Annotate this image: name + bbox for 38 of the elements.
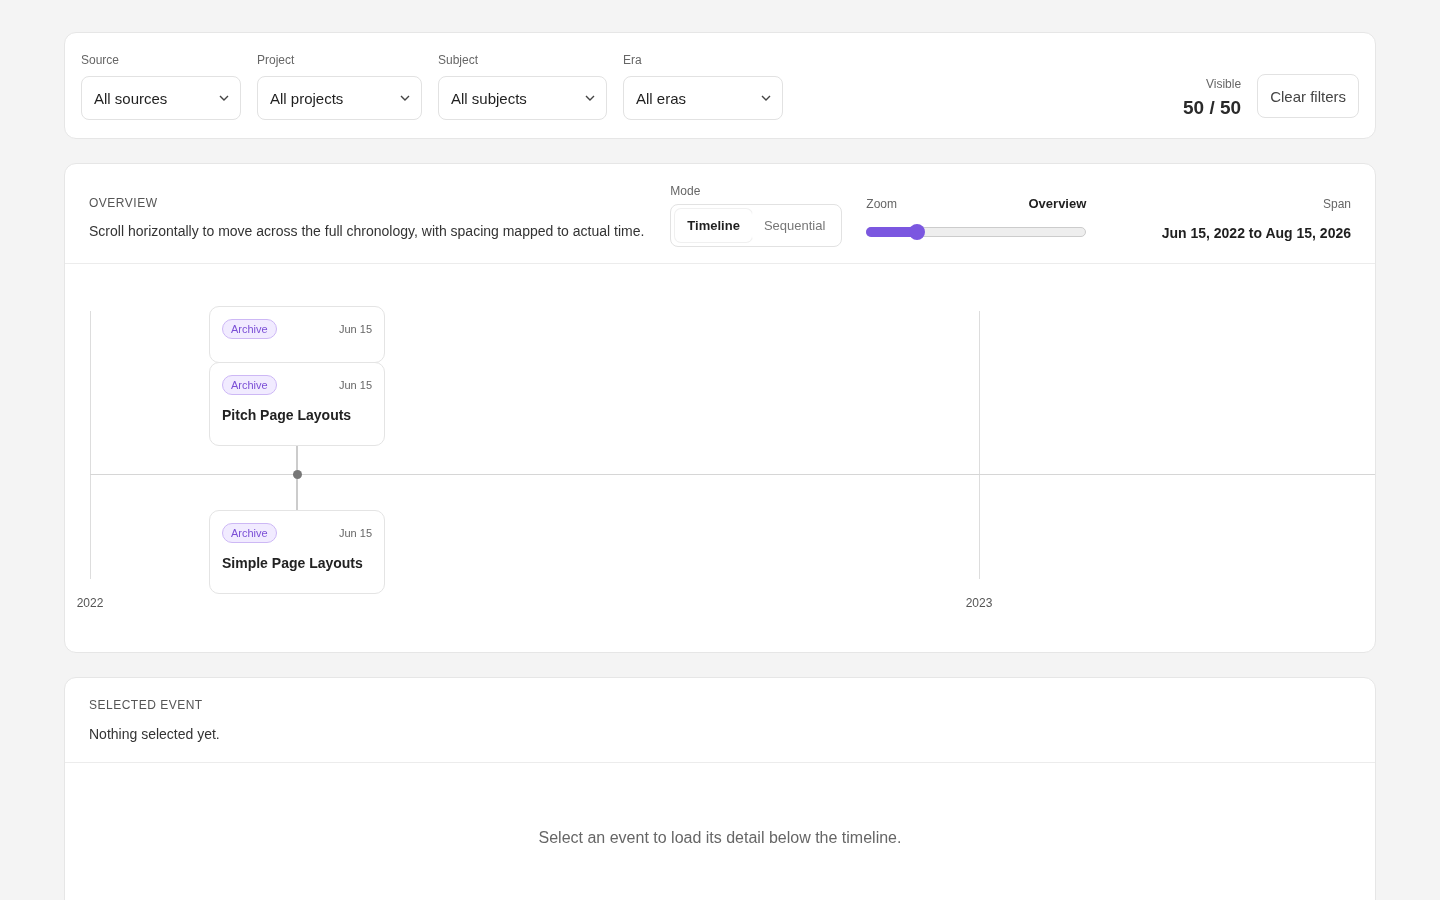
zoom-value: Overview <box>1028 196 1087 211</box>
event-title: Simple Page Layouts <box>222 555 364 571</box>
filter-label: Source <box>81 53 121 67</box>
visible-count: 50 / 50 <box>1183 97 1242 119</box>
visible-label: Visible <box>1206 77 1242 91</box>
span-value: Jun 15, 2022 to Aug 15, 2026 <box>1161 225 1351 241</box>
mode-tab[interactable]: Timeline <box>675 209 752 242</box>
filter-label: Project <box>257 53 296 67</box>
clear-filters-button[interactable]: Clear filters <box>1257 74 1359 118</box>
overview-description: Scroll horizontally to move across the full chronology, with spacing mapped to actual time. <box>89 223 645 239</box>
year-label: 2023 <box>965 596 993 610</box>
filter-dropdown[interactable]: All projects <box>257 76 422 120</box>
filter-label: Era <box>623 53 643 67</box>
zoom-slider[interactable] <box>866 227 1087 237</box>
event-marker <box>293 470 302 479</box>
event-tag: Archive <box>222 523 277 543</box>
event-date: Jun 15 <box>338 323 372 335</box>
slider-thumb[interactable] <box>909 224 926 240</box>
zoom-label: Zoom <box>866 196 897 211</box>
filter-dropdown[interactable]: All subjects <box>438 76 607 120</box>
selection-status: Nothing selected yet. <box>89 726 221 742</box>
event-date: Jun 15 <box>338 379 372 391</box>
filter-dropdown[interactable]: All sources <box>81 76 241 120</box>
event-card[interactable]: Archive Jun 15 Pitch Page Layouts <box>209 362 385 446</box>
filter-label: Subject <box>438 53 480 67</box>
event-tag: Archive <box>222 319 277 339</box>
event-card[interactable]: Archive Jun 15 <box>209 306 385 363</box>
section-heading: OVERVIEW <box>89 196 159 210</box>
mode-label: Mode <box>670 184 702 198</box>
filter-dropdown[interactable]: All eras <box>623 76 783 120</box>
event-title: Pitch Page Layouts <box>222 407 353 423</box>
empty-message: Select an event to load its detail below the timeline. <box>537 828 903 848</box>
span-label: Span <box>1322 197 1351 211</box>
event-card[interactable]: Archive Jun 15 Simple Page Layouts <box>209 510 385 594</box>
event-date: Jun 15 <box>338 527 372 539</box>
section-heading: SELECTED EVENT <box>89 698 204 712</box>
year-label: 2022 <box>76 596 104 610</box>
event-tag: Archive <box>222 375 277 395</box>
